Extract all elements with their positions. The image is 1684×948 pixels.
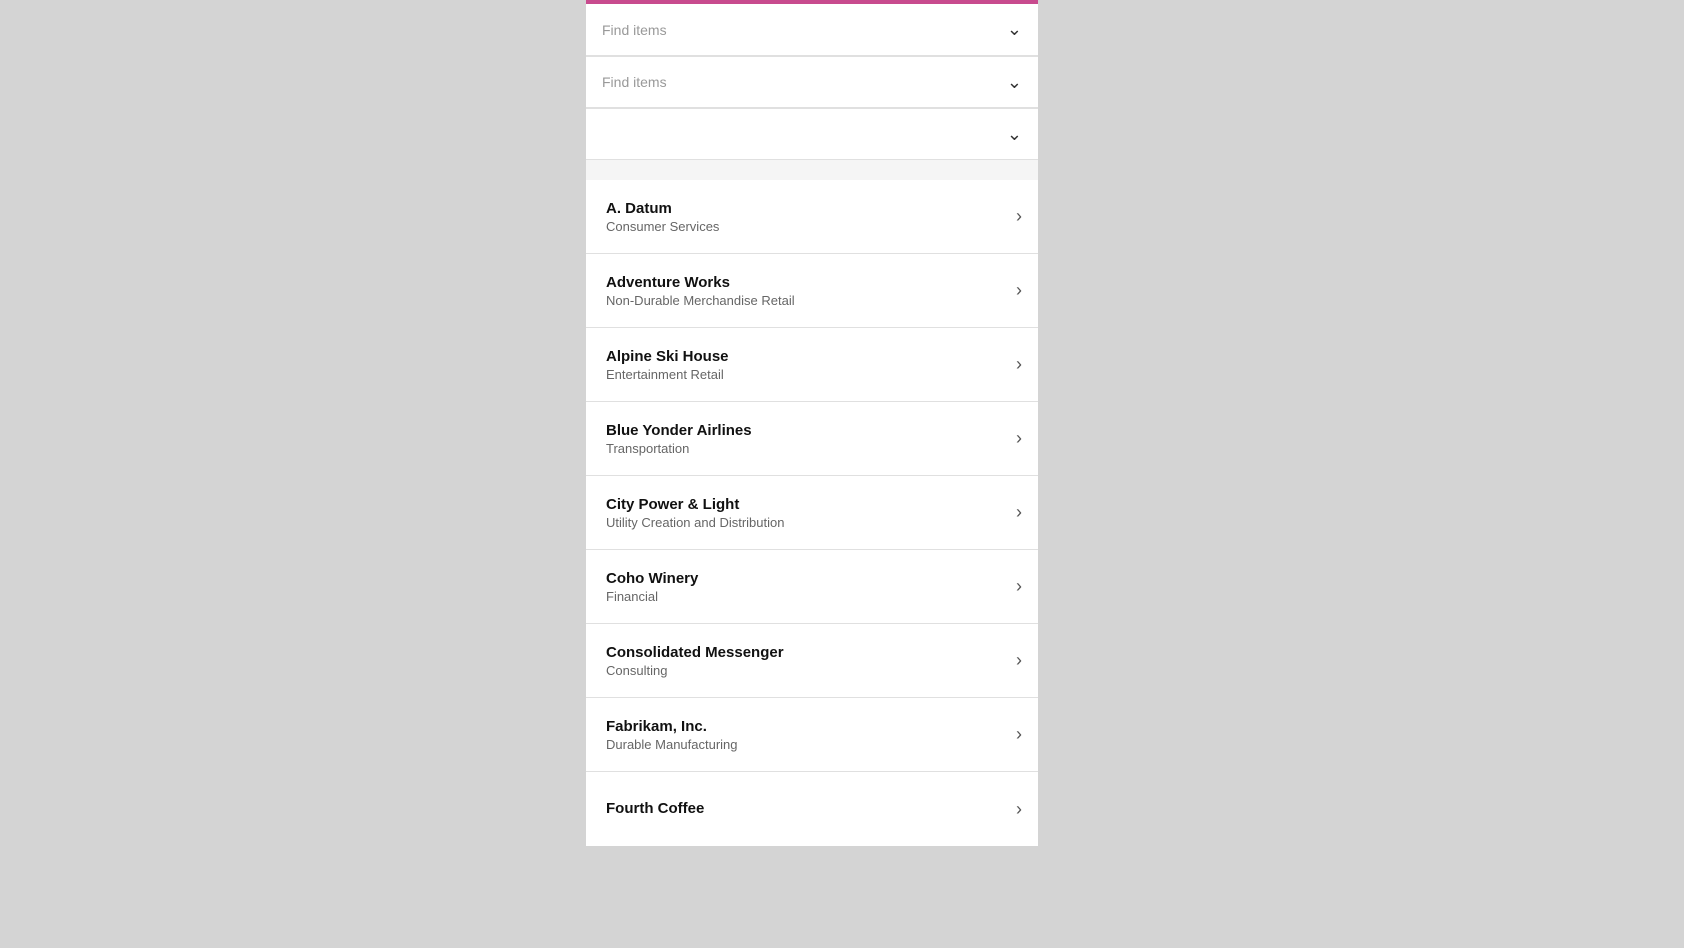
item-name: Adventure Works (606, 274, 1008, 291)
filter-dropdown-3[interactable]: ⌄ (586, 108, 1038, 160)
list-item[interactable]: Alpine Ski House Entertainment Retail › (586, 328, 1038, 402)
item-subtitle: Consumer Services (606, 219, 1008, 234)
item-name: A. Datum (606, 200, 1008, 217)
item-chevron: › (1016, 280, 1022, 301)
list-item[interactable]: Consolidated Messenger Consulting › (586, 624, 1038, 698)
list-item-content: Alpine Ski House Entertainment Retail (606, 348, 1008, 382)
spacer (586, 160, 1038, 180)
list-item[interactable]: Adventure Works Non-Durable Merchandise … (586, 254, 1038, 328)
accounts-list: A. Datum Consumer Services › Adventure W… (586, 180, 1038, 846)
item-chevron: › (1016, 502, 1022, 523)
list-item-content: Consolidated Messenger Consulting (606, 644, 1008, 678)
item-name: Fourth Coffee (606, 800, 1008, 817)
list-item-content: Fourth Coffee (606, 800, 1008, 819)
list-item-content: Adventure Works Non-Durable Merchandise … (606, 274, 1008, 308)
filter-2-chevron: ⌄ (1007, 72, 1022, 93)
item-chevron: › (1016, 650, 1022, 671)
list-item[interactable]: City Power & Light Utility Creation and … (586, 476, 1038, 550)
filter-2-label: Find items (602, 74, 667, 90)
item-chevron: › (1016, 206, 1022, 227)
item-chevron: › (1016, 576, 1022, 597)
item-subtitle: Utility Creation and Distribution (606, 515, 1008, 530)
list-item[interactable]: Fabrikam, Inc. Durable Manufacturing › (586, 698, 1038, 772)
item-name: Coho Winery (606, 570, 1008, 587)
filter-dropdown-2[interactable]: Find items ⌄ (586, 56, 1038, 108)
filter-1-label: Find items (602, 22, 667, 38)
main-container: Find items ⌄ Find items ⌄ ⌄ A. Datum Con… (586, 0, 1038, 846)
filter-dropdown-1[interactable]: Find items ⌄ (586, 4, 1038, 56)
list-item[interactable]: Coho Winery Financial › (586, 550, 1038, 624)
item-subtitle: Consulting (606, 663, 1008, 678)
item-chevron: › (1016, 724, 1022, 745)
list-item-content: Blue Yonder Airlines Transportation (606, 422, 1008, 456)
item-subtitle: Entertainment Retail (606, 367, 1008, 382)
list-item[interactable]: Blue Yonder Airlines Transportation › (586, 402, 1038, 476)
item-subtitle: Financial (606, 589, 1008, 604)
item-name: Fabrikam, Inc. (606, 718, 1008, 735)
item-name: Consolidated Messenger (606, 644, 1008, 661)
item-chevron: › (1016, 799, 1022, 820)
list-item[interactable]: A. Datum Consumer Services › (586, 180, 1038, 254)
list-item-content: City Power & Light Utility Creation and … (606, 496, 1008, 530)
item-name: Alpine Ski House (606, 348, 1008, 365)
item-chevron: › (1016, 354, 1022, 375)
item-subtitle: Transportation (606, 441, 1008, 456)
item-subtitle: Durable Manufacturing (606, 737, 1008, 752)
list-item-content: Fabrikam, Inc. Durable Manufacturing (606, 718, 1008, 752)
filter-3-chevron: ⌄ (1007, 124, 1022, 145)
list-item-content: Coho Winery Financial (606, 570, 1008, 604)
list-item[interactable]: Fourth Coffee › (586, 772, 1038, 846)
item-chevron: › (1016, 428, 1022, 449)
item-name: City Power & Light (606, 496, 1008, 513)
list-item-content: A. Datum Consumer Services (606, 200, 1008, 234)
item-subtitle: Non-Durable Merchandise Retail (606, 293, 1008, 308)
filter-1-chevron: ⌄ (1007, 19, 1022, 40)
item-name: Blue Yonder Airlines (606, 422, 1008, 439)
